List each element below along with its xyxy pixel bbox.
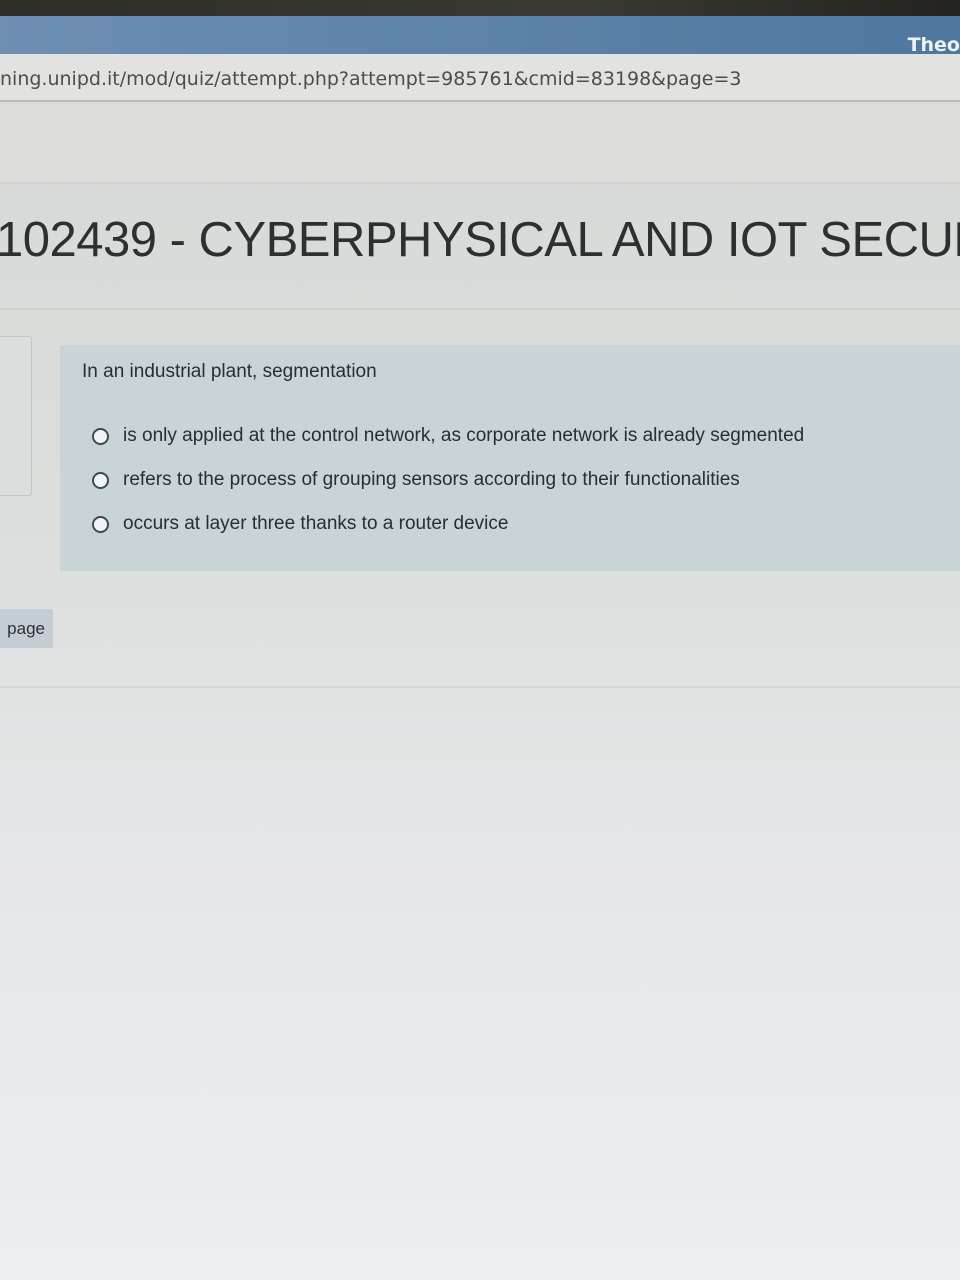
previous-page-button[interactable]: page bbox=[0, 609, 53, 648]
divider bbox=[0, 686, 960, 688]
system-top-bar bbox=[0, 0, 960, 16]
course-title: 102439 - CYBERPHYSICAL AND IOT SECUR bbox=[0, 213, 960, 267]
radio-button[interactable] bbox=[92, 427, 109, 445]
site-header bbox=[0, 102, 960, 184]
answer-label[interactable]: occurs at layer three thanks to a router… bbox=[123, 513, 508, 535]
radio-button[interactable] bbox=[92, 471, 109, 489]
divider bbox=[0, 308, 960, 310]
answer-option-3[interactable]: occurs at layer three thanks to a router… bbox=[92, 513, 508, 535]
radio-button[interactable] bbox=[92, 515, 109, 533]
answer-label[interactable]: is only applied at the control network, … bbox=[123, 425, 804, 447]
question-text: In an industrial plant, segmentation bbox=[82, 361, 377, 382]
answer-label[interactable]: refers to the process of grouping sensor… bbox=[123, 469, 740, 491]
browser-tab-strip: Theo bbox=[0, 16, 960, 56]
question-card: In an industrial plant, segmentation is … bbox=[60, 345, 960, 571]
answer-option-1[interactable]: is only applied at the control network, … bbox=[92, 425, 804, 447]
user-name[interactable]: Theo bbox=[908, 34, 960, 56]
url-text[interactable]: ning.unipd.it/mod/quiz/attempt.php?attem… bbox=[0, 68, 741, 90]
question-info-box bbox=[0, 336, 32, 496]
answer-option-2[interactable]: refers to the process of grouping sensor… bbox=[92, 469, 740, 491]
address-bar[interactable]: ning.unipd.it/mod/quiz/attempt.php?attem… bbox=[0, 54, 960, 102]
